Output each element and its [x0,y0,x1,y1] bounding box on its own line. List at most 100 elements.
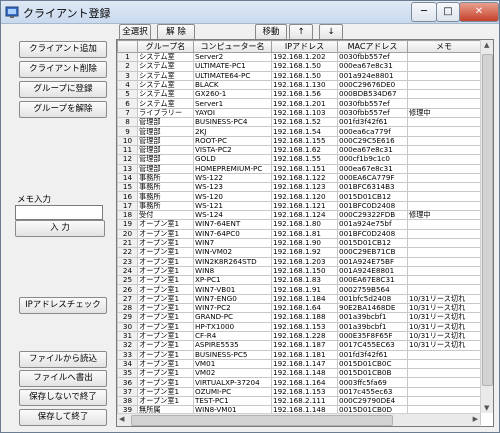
table-row[interactable]: 4 システム室 BLACK 192.168.1.130 000C29676DE0 [117,79,481,91]
memo-cell[interactable] [407,79,481,91]
memo-cell[interactable] [407,117,481,128]
group-name-cell[interactable]: オープン室1 [137,312,194,323]
header-memo[interactable]: メモ [407,40,481,53]
mac-address-cell[interactable]: 000C29C5E616 [337,135,408,146]
table-row[interactable]: 29 オープン室1 GRAND-PC 192.168.1.188 001a39bcbf1… [117,312,481,323]
group-name-cell[interactable]: オープン室1 [137,349,194,360]
row-number[interactable]: 23 [117,256,138,267]
ip-address-cell[interactable]: 192.168.1.188 [271,312,338,323]
mac-address-cell[interactable]: 000E35F8F65F [337,330,408,342]
mac-address-cell[interactable]: 0015D01CB0B [337,368,408,379]
row-number[interactable]: 9 [117,126,138,137]
mac-address-cell[interactable]: 000C29EB71CB [337,247,408,258]
ip-address-cell[interactable]: 192.168.1.187 [271,340,338,351]
ip-address-cell[interactable]: 192.168.1.181 [271,349,338,360]
mac-address-cell[interactable]: 0030fbb557ef [337,51,408,63]
ip-address-cell[interactable]: 192.168.1.50 [271,61,338,72]
ip-address-cell[interactable]: 192.168.1.201 [271,98,338,109]
memo-cell[interactable] [407,182,481,193]
row-number[interactable]: 15 [117,182,138,193]
client-table-grid[interactable]: グループ名 コンピューター名 IPアドレス MACアドレス メモ 1 システム室 S… [116,39,494,427]
scroll-right-arrow-icon[interactable]: ▶ [473,415,478,423]
mac-address-cell[interactable]: 000BDB534D67 [337,89,408,100]
row-number[interactable]: 28 [117,302,138,314]
table-row[interactable]: 9 管理部 2KJ 192.168.1.54 000ea6ca779f [117,126,481,137]
table-row[interactable]: 28 オープン室1 WIN7-PC2 192.168.1.64 90E2BA1468DE… [117,302,481,314]
memo-cell[interactable]: 10/31リース切れ [407,302,481,314]
row-number[interactable]: 7 [117,107,138,119]
group-name-cell[interactable]: オープン室1 [137,256,194,267]
memo-cell[interactable] [407,275,481,286]
mac-address-cell[interactable]: 0015D01CB12 [337,237,408,249]
table-row[interactable]: 37 オープン室1 OZUMI-PC 192.168.1.153 0017c455ec6… [117,386,481,398]
ip-address-cell[interactable]: 192.168.1.147 [271,358,338,370]
computer-name-cell[interactable]: VISTA-PC2 [193,144,272,156]
computer-name-cell[interactable]: WS-120 [193,191,272,202]
group-name-cell[interactable]: オープン室1 [137,302,194,314]
group-name-cell[interactable]: オープン室1 [137,284,194,295]
group-name-cell[interactable]: オープン室1 [137,247,194,258]
row-number[interactable]: 30 [117,321,138,332]
computer-name-cell[interactable]: GRAND-PC [193,312,272,323]
group-name-cell[interactable]: オープン室1 [137,228,194,239]
computer-name-cell[interactable]: WIN8 [193,265,272,277]
group-name-cell[interactable]: 管理部 [137,154,194,165]
ip-address-cell[interactable]: 192.168.1.92 [271,247,338,258]
group-name-cell[interactable]: オープン室1 [137,395,194,407]
group-name-cell[interactable]: 管理部 [137,144,194,156]
mac-address-cell[interactable]: 001A924E75BF [337,256,408,267]
computer-name-cell[interactable]: ASPIRE5535 [193,340,272,351]
memo-cell[interactable] [407,89,481,100]
computer-name-cell[interactable]: WIN7-64ENT [193,219,272,230]
table-row[interactable]: 19 オープン室1 WIN7-64ENT 192.168.1.80 001a924e75… [117,219,481,230]
memo-cell[interactable]: 修理中 [407,210,481,221]
ip-address-cell[interactable]: 192.168.1.155 [271,135,338,146]
group-name-cell[interactable]: 管理部 [137,117,194,128]
group-name-cell[interactable]: オープン室1 [137,330,194,342]
memo-cell[interactable] [407,61,481,72]
mac-address-cell[interactable]: 001BFC6314B3 [337,182,408,193]
ip-address-check-button[interactable]: IPアドレスチェック [19,297,107,314]
ip-address-cell[interactable]: 192.168.1.153 [271,386,338,398]
ip-address-cell[interactable]: 192.168.1.130 [271,79,338,91]
horizontal-scrollbar[interactable]: ◀ ▶ [117,413,480,426]
table-row[interactable]: 7 ライブラリー YAYOI 192.168.1.103 0030fbb557ef 修理中 [117,107,481,119]
row-number[interactable]: 37 [117,386,138,398]
memo-cell[interactable] [407,163,481,174]
mac-address-cell[interactable]: 0003ffc5fa69 [337,377,408,388]
computer-name-cell[interactable]: WIN2K8R264STD [193,256,272,267]
computer-name-cell[interactable]: WIN-VM02 [193,247,272,258]
ip-address-cell[interactable]: 192.168.1.81 [271,228,338,239]
row-number[interactable]: 12 [117,154,138,165]
mac-address-cell[interactable]: 000ea6ca779f [337,126,408,137]
ip-address-cell[interactable]: 192.168.1.64 [271,302,338,314]
computer-name-cell[interactable]: GX260-1 [193,89,272,100]
row-number[interactable]: 25 [117,275,138,286]
computer-name-cell[interactable]: WS-123 [193,182,272,193]
computer-name-cell[interactable]: BUSINESS-PC5 [193,349,272,360]
computer-name-cell[interactable]: GOLD [193,154,272,165]
add-client-button[interactable]: クライアント追加 [19,41,107,58]
ip-address-cell[interactable]: 192.168.1.54 [271,126,338,137]
ip-address-cell[interactable]: 192.168.1.164 [271,377,338,388]
computer-name-cell[interactable]: Server2 [193,51,272,63]
group-name-cell[interactable]: 管理部 [137,135,194,146]
memo-cell[interactable]: 10/31リース切れ [407,340,481,351]
table-row[interactable]: 23 オープン室1 WIN2K8R264STD 192.168.1.203 001A92… [117,256,481,267]
mac-address-cell[interactable]: 0015D01CB12 [337,191,408,202]
scroll-down-arrow-icon[interactable]: ▼ [484,404,489,412]
table-row[interactable]: 12 管理部 GOLD 192.168.1.55 000cf1b9c1c0 [117,154,481,165]
ip-address-cell[interactable]: 192.168.1.121 [271,200,338,212]
group-name-cell[interactable]: 事務所 [137,191,194,202]
table-row[interactable]: 10 管理部 ROOT-PC 192.168.1.155 000C29C5E616 [117,135,481,146]
memo-cell[interactable] [407,219,481,230]
ip-address-cell[interactable]: 192.168.1.55 [271,154,338,165]
computer-name-cell[interactable]: TEST-PC1 [193,395,272,407]
group-name-cell[interactable]: 管理部 [137,163,194,174]
group-name-cell[interactable]: 事務所 [137,172,194,184]
horizontal-scroll-thumb[interactable] [131,415,393,426]
mac-address-cell[interactable]: 90E2BA1468DE [337,302,408,314]
mac-address-cell[interactable]: 000cf1b9c1c0 [337,154,408,165]
table-row[interactable]: 21 オープン室1 WIN7 192.168.1.90 0015D01CB12 [117,237,481,249]
computer-name-cell[interactable]: CF-R4 [193,330,272,342]
